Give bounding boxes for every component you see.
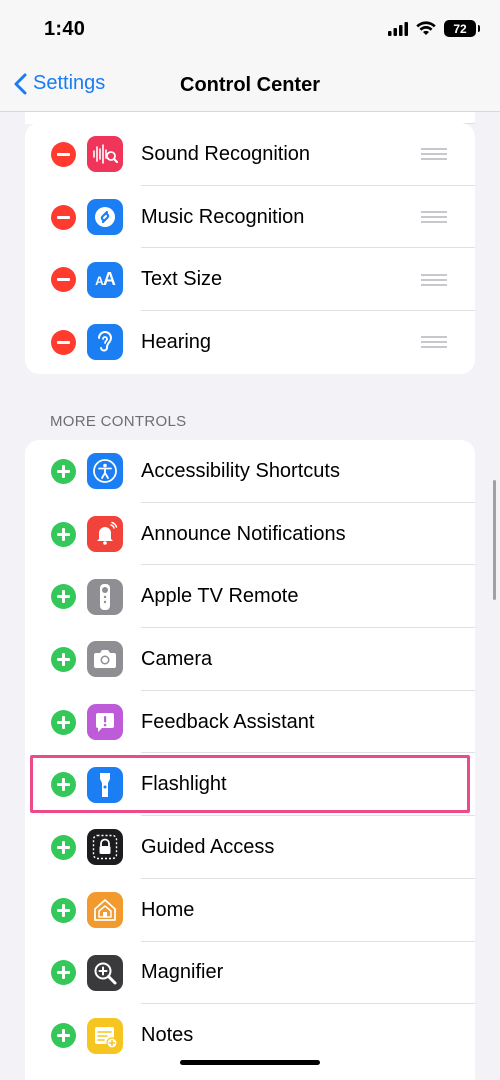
remove-button[interactable] xyxy=(51,204,76,230)
control-row-apple-tv-remote: Apple TV Remote xyxy=(25,565,475,629)
control-label: Hearing xyxy=(141,330,212,353)
status-bar: 1:40 72 xyxy=(0,0,500,62)
reorder-handle[interactable] xyxy=(421,145,447,163)
add-button[interactable] xyxy=(51,458,76,484)
flashlight-icon xyxy=(87,766,123,803)
control-label: Home xyxy=(141,898,195,921)
tv-remote-icon xyxy=(87,578,123,615)
camera-icon xyxy=(87,641,123,678)
home-indicator xyxy=(180,1060,320,1065)
control-label: Flashlight xyxy=(141,773,227,796)
control-row-flashlight: Flashlight xyxy=(25,753,475,817)
control-row-magnifier: Magnifier xyxy=(25,942,475,1005)
control-row-guided-access: Guided Access xyxy=(25,816,475,879)
control-label: Magnifier xyxy=(141,961,224,984)
section-header-more-controls: MORE CONTROLS xyxy=(50,413,187,430)
lock-icon xyxy=(87,829,123,866)
control-label: Text Size xyxy=(141,268,223,291)
page-title: Control Center xyxy=(180,74,320,96)
add-button[interactable] xyxy=(51,834,76,860)
control-row-hearing: Hearing xyxy=(25,311,475,374)
add-button[interactable] xyxy=(51,897,76,923)
included-controls-list: Sound Recognition Music Recognition AA T… xyxy=(25,123,475,374)
control-label: Sound Recognition xyxy=(141,142,311,165)
reorder-handle[interactable] xyxy=(421,208,447,226)
add-button[interactable] xyxy=(51,646,76,672)
magnifier-icon xyxy=(87,954,123,991)
control-row-camera: Camera xyxy=(25,628,475,691)
home-icon xyxy=(87,892,123,929)
battery-level: 72 xyxy=(453,21,467,36)
remove-button[interactable] xyxy=(51,267,76,293)
cellular-signal-icon xyxy=(388,21,408,36)
shazam-icon xyxy=(87,199,123,236)
control-label: Guided Access xyxy=(141,835,275,858)
remove-button[interactable] xyxy=(51,141,76,167)
control-row-notes: Notes xyxy=(25,1004,475,1067)
add-button[interactable] xyxy=(51,521,76,547)
wifi-icon xyxy=(416,21,436,35)
status-time: 1:40 xyxy=(44,18,86,40)
status-icons: 72 xyxy=(388,20,480,37)
navigation-bar: Settings Control Center xyxy=(0,62,500,112)
control-label: Music Recognition xyxy=(141,205,305,228)
ear-icon xyxy=(87,324,123,361)
control-row-home: Home xyxy=(25,879,475,942)
reorder-handle[interactable] xyxy=(421,333,447,351)
add-button[interactable] xyxy=(51,772,76,798)
scroll-indicator xyxy=(493,480,496,600)
add-button[interactable] xyxy=(51,709,76,735)
control-row-accessibility-shortcuts: Accessibility Shortcuts xyxy=(25,440,475,503)
add-button[interactable] xyxy=(51,584,76,610)
remove-button[interactable] xyxy=(51,329,76,355)
add-button[interactable] xyxy=(51,1023,76,1049)
control-label: Accessibility Shortcuts xyxy=(141,459,340,482)
announce-notifications-icon xyxy=(87,516,123,553)
control-row-sound-recognition: Sound Recognition xyxy=(25,123,475,186)
control-row-announce-notifications: Announce Notifications xyxy=(25,503,475,566)
feedback-icon xyxy=(87,704,123,741)
notes-icon xyxy=(87,1017,123,1054)
control-label: Notes xyxy=(141,1024,194,1047)
text-size-small-glyph: A xyxy=(95,274,104,289)
control-label: Announce Notifications xyxy=(141,522,346,545)
more-controls-list: Accessibility Shortcuts Announce Notific… xyxy=(25,440,475,1080)
control-row-music-recognition: Music Recognition xyxy=(25,186,475,249)
text-size-icon: AA xyxy=(87,261,123,298)
control-row-feedback-assistant: Feedback Assistant xyxy=(25,691,475,754)
accessibility-icon xyxy=(87,453,123,490)
reorder-handle[interactable] xyxy=(421,271,447,289)
battery-indicator: 72 xyxy=(444,20,480,37)
sound-recognition-icon xyxy=(87,136,123,173)
control-label: Feedback Assistant xyxy=(141,710,315,733)
add-button[interactable] xyxy=(51,960,76,986)
control-label: Camera xyxy=(141,647,213,670)
control-row-text-size: AA Text Size xyxy=(25,248,475,312)
control-label: Apple TV Remote xyxy=(141,585,299,608)
